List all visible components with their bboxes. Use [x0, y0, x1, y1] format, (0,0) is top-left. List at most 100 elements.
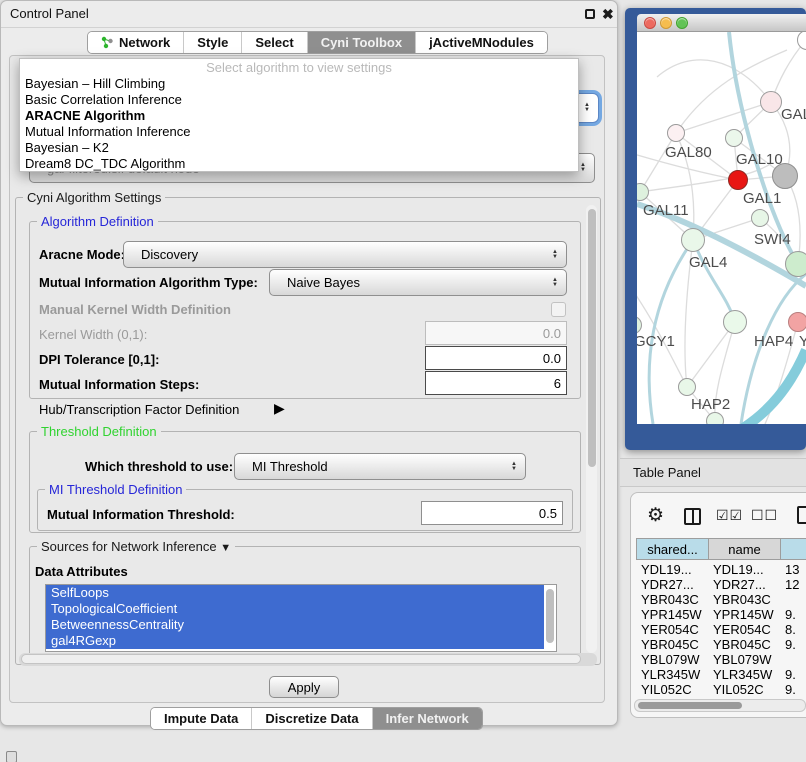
- data-attribute-item[interactable]: gal4RGexp: [46, 633, 544, 649]
- tab-style[interactable]: Style: [183, 32, 241, 53]
- tab-cyni-toolbox-label: Cyni Toolbox: [321, 35, 402, 50]
- which-threshold-combo[interactable]: MI Threshold ▲▼: [234, 453, 526, 480]
- algorithm-item-selected[interactable]: ARACNE Algorithm: [20, 108, 578, 124]
- control-panel-titlebar: Control Panel: [1, 1, 617, 28]
- page-icon[interactable]: [797, 506, 806, 524]
- algorithm-item[interactable]: Basic Correlation Inference: [20, 92, 578, 108]
- cell: YBL079W: [708, 652, 780, 667]
- network-node-label: HAP4: [754, 333, 793, 350]
- attributes-vscrollbar-thumb[interactable]: [546, 589, 554, 643]
- table-row[interactable]: YBR043C YBR043C: [636, 592, 806, 607]
- data-attribute-item[interactable]: BetweennessCentrality: [46, 617, 544, 633]
- settings-vscrollbar-thumb[interactable]: [588, 209, 596, 467]
- network-node[interactable]: [667, 124, 685, 142]
- network-node-selected[interactable]: [728, 170, 748, 190]
- network-node-label: GAL1: [743, 190, 781, 207]
- column-header-cut[interactable]: [780, 538, 806, 560]
- collapsed-arrow-icon[interactable]: ▶: [274, 400, 285, 417]
- aracne-mode-value: Discovery: [141, 247, 198, 262]
- tab-cyni-toolbox[interactable]: Cyni Toolbox: [307, 32, 415, 53]
- network-node-label: GAL: [781, 106, 806, 123]
- table-row[interactable]: YPR145W YPR145W 9.: [636, 607, 806, 622]
- kernel-width-label: Kernel Width (0,1):: [39, 327, 147, 342]
- table-row[interactable]: YBL079W YBL079W: [636, 652, 806, 667]
- algorithm-item[interactable]: Bayesian – K2: [20, 140, 578, 156]
- expanded-arrow-icon[interactable]: ▼: [220, 542, 231, 554]
- network-node[interactable]: [678, 378, 696, 396]
- network-node[interactable]: [725, 129, 743, 147]
- cell: YDL19...: [636, 562, 708, 577]
- tab-style-label: Style: [197, 35, 228, 50]
- column-header-name[interactable]: name: [708, 538, 781, 560]
- aracne-mode-label: Aracne Mode:: [39, 247, 125, 262]
- mi-steps-label: Mutual Information Steps:: [39, 377, 199, 392]
- sources-title[interactable]: Sources for Network Inference ▼: [37, 539, 235, 554]
- dpi-tolerance-input[interactable]: [425, 346, 567, 370]
- tab-infer-network[interactable]: Infer Network: [372, 708, 482, 729]
- table-row[interactable]: YDR27... YDR27... 12: [636, 577, 806, 592]
- algorithm-popup: Select algorithm to view settings Bayesi…: [19, 58, 579, 172]
- network-node-label: Y: [799, 333, 806, 350]
- table-row[interactable]: YBR045C YBR045C 9.: [636, 637, 806, 652]
- table-row[interactable]: YER054C YER054C 8.: [636, 622, 806, 637]
- algorithm-definition-title: Algorithm Definition: [37, 214, 158, 229]
- table-row[interactable]: YLR345W YLR345W 9.: [636, 667, 806, 682]
- network-node[interactable]: [681, 228, 705, 252]
- close-traffic-light-icon[interactable]: [644, 17, 656, 29]
- network-node[interactable]: [788, 312, 806, 332]
- network-node[interactable]: [760, 91, 782, 113]
- column-header-shared[interactable]: shared...: [636, 538, 709, 560]
- minimize-traffic-light-icon[interactable]: [660, 17, 672, 29]
- apply-button[interactable]: Apply: [269, 676, 339, 698]
- network-node[interactable]: [706, 412, 724, 424]
- gear-icon[interactable]: ⚙: [647, 506, 664, 526]
- data-attribute-item[interactable]: SelfLoops: [46, 585, 544, 601]
- table-hscrollbar-thumb[interactable]: [638, 702, 742, 709]
- data-attribute-item[interactable]: TopologicalCoefficient: [46, 601, 544, 617]
- tab-network[interactable]: Network: [88, 32, 183, 53]
- threshold-definition-title: Threshold Definition: [37, 424, 161, 439]
- tab-impute-data[interactable]: Impute Data: [151, 708, 251, 729]
- table-row[interactable]: YIL052C YIL052C 9.: [636, 682, 806, 697]
- cell: YDR27...: [708, 577, 780, 592]
- network-node-label: GAL10: [736, 151, 783, 168]
- mi-steps-input[interactable]: [425, 371, 567, 395]
- cell: YIL052C: [636, 682, 708, 697]
- split-panel-icon[interactable]: [684, 508, 701, 525]
- network-node[interactable]: [723, 310, 747, 334]
- cell: YPR145W: [708, 607, 780, 622]
- algorithm-item[interactable]: Dream8 DC_TDC Algorithm: [20, 156, 578, 172]
- close-icon[interactable]: ✖: [602, 7, 614, 21]
- settings-hscrollbar-thumb[interactable]: [21, 654, 581, 664]
- network-canvas[interactable]: GAL GAL80 GAL10 GAL1 GAL11 SWI4 GAL4 GCY…: [637, 32, 806, 424]
- mi-threshold-input[interactable]: [421, 501, 563, 525]
- mi-type-label: Mutual Information Algorithm Type:: [39, 275, 258, 290]
- cell: YLR345W: [636, 667, 708, 682]
- tab-jactivemnodules[interactable]: jActiveMNodules: [415, 32, 547, 53]
- algorithm-item[interactable]: Mutual Information Inference: [20, 124, 578, 140]
- column-header-name-label: name: [728, 542, 761, 557]
- hub-definition-toggle[interactable]: Hub/Transcription Factor Definition: [39, 402, 239, 417]
- network-node[interactable]: [785, 251, 806, 277]
- mi-type-combo[interactable]: Naive Bayes ▲▼: [269, 269, 567, 296]
- table-row[interactable]: YDL19... YDL19... 13: [636, 562, 806, 577]
- bottom-tabstrip: Impute Data Discretize Data Infer Networ…: [150, 707, 483, 730]
- table-hscrollbar[interactable]: [634, 699, 806, 712]
- network-node[interactable]: [751, 209, 769, 227]
- deselect-all-icon[interactable]: ☐☐: [751, 507, 778, 524]
- algorithm-item[interactable]: Bayesian – Hill Climbing: [20, 76, 578, 92]
- combo-arrows-icon: ▲▼: [584, 103, 590, 113]
- manual-kernel-checkbox[interactable]: [551, 302, 566, 317]
- kernel-width-input[interactable]: [425, 321, 567, 345]
- cell: YBR043C: [708, 592, 780, 607]
- settings-vscrollbar[interactable]: [586, 205, 597, 653]
- zoom-traffic-light-icon[interactable]: [676, 17, 688, 29]
- tab-select[interactable]: Select: [241, 32, 306, 53]
- minimized-panel-icon[interactable]: [6, 751, 17, 762]
- network-window-titlebar[interactable]: [637, 14, 806, 32]
- aracne-mode-combo[interactable]: Discovery ▲▼: [123, 241, 567, 268]
- float-window-icon[interactable]: [585, 9, 595, 19]
- tab-discretize-data[interactable]: Discretize Data: [251, 708, 371, 729]
- select-all-icon[interactable]: ☑☑: [716, 507, 743, 524]
- settings-hscrollbar[interactable]: [19, 653, 597, 666]
